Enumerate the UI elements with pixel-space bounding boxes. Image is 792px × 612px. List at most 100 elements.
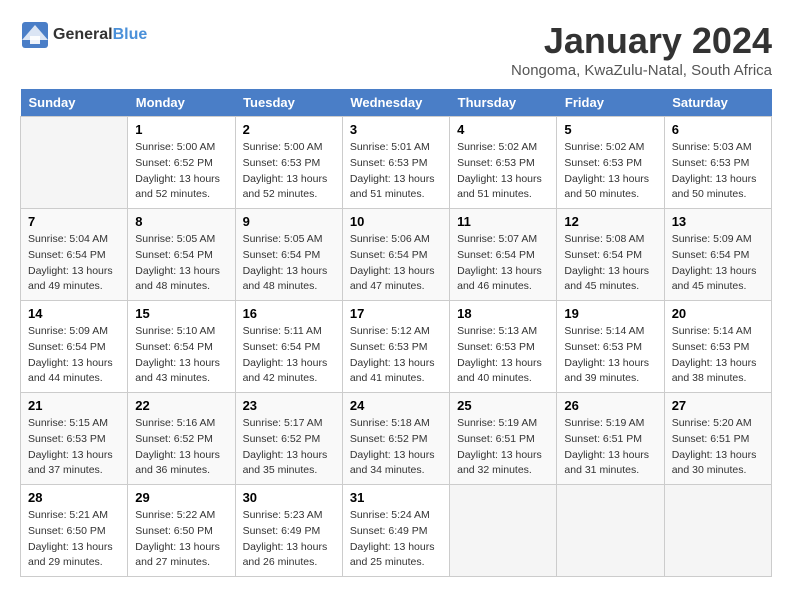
calendar-cell: 12 Sunrise: 5:08 AMSunset: 6:54 PMDayligh… — [557, 209, 664, 301]
day-number: 28 — [28, 490, 120, 505]
day-info: Sunrise: 5:13 AMSunset: 6:53 PMDaylight:… — [457, 324, 549, 387]
day-info: Sunrise: 5:00 AMSunset: 6:53 PMDaylight:… — [243, 140, 335, 203]
day-number: 23 — [243, 398, 335, 413]
day-number: 22 — [135, 398, 227, 413]
day-number: 26 — [564, 398, 656, 413]
title-area: January 2024 Nongoma, KwaZulu-Natal, Sou… — [511, 20, 772, 79]
day-number: 30 — [243, 490, 335, 505]
day-number: 20 — [672, 306, 764, 321]
header-day-monday: Monday — [128, 89, 235, 117]
day-info: Sunrise: 5:21 AMSunset: 6:50 PMDaylight:… — [28, 508, 120, 571]
day-info: Sunrise: 5:09 AMSunset: 6:54 PMDaylight:… — [672, 232, 764, 295]
header-row: SundayMondayTuesdayWednesdayThursdayFrid… — [21, 89, 772, 117]
calendar-cell: 4 Sunrise: 5:02 AMSunset: 6:53 PMDaylight… — [450, 117, 557, 209]
calendar-cell: 26Sunrise: 5:19 AMSunset: 6:51 PMDayligh… — [557, 393, 664, 485]
day-info: Sunrise: 5:08 AMSunset: 6:54 PMDaylight:… — [564, 232, 656, 295]
day-info: Sunrise: 5:24 AMSunset: 6:49 PMDaylight:… — [350, 508, 442, 571]
logo-general-text: General — [53, 26, 113, 43]
calendar-cell — [664, 485, 771, 577]
header-day-wednesday: Wednesday — [342, 89, 449, 117]
day-number: 27 — [672, 398, 764, 413]
day-info: Sunrise: 5:04 AMSunset: 6:54 PMDaylight:… — [28, 232, 120, 295]
calendar-cell: 18Sunrise: 5:13 AMSunset: 6:53 PMDayligh… — [450, 301, 557, 393]
calendar-cell: 11 Sunrise: 5:07 AMSunset: 6:54 PMDayligh… — [450, 209, 557, 301]
day-info: Sunrise: 5:02 AMSunset: 6:53 PMDaylight:… — [564, 140, 656, 203]
calendar-cell: 6Sunrise: 5:03 AMSunset: 6:53 PMDaylight… — [664, 117, 771, 209]
calendar-cell: 10Sunrise: 5:06 AMSunset: 6:54 PMDayligh… — [342, 209, 449, 301]
calendar-cell: 20 Sunrise: 5:14 AMSunset: 6:53 PMDayligh… — [664, 301, 771, 393]
day-number: 15 — [135, 306, 227, 321]
page-header: GeneralBlue January 2024 Nongoma, KwaZul… — [20, 20, 772, 79]
logo-blue-text: Blue — [113, 26, 148, 43]
day-number: 14 — [28, 306, 120, 321]
day-info: Sunrise: 5:10 AMSunset: 6:54 PMDaylight:… — [135, 324, 227, 387]
day-number: 11 — [457, 214, 549, 229]
calendar-cell: 17Sunrise: 5:12 AMSunset: 6:53 PMDayligh… — [342, 301, 449, 393]
calendar-cell: 22 Sunrise: 5:16 AMSunset: 6:52 PMDayligh… — [128, 393, 235, 485]
calendar-table: SundayMondayTuesdayWednesdayThursdayFrid… — [20, 89, 772, 577]
calendar-cell: 27 Sunrise: 5:20 AMSunset: 6:51 PMDayligh… — [664, 393, 771, 485]
calendar-cell — [450, 485, 557, 577]
day-info: Sunrise: 5:02 AMSunset: 6:53 PMDaylight:… — [457, 140, 549, 203]
week-row-1: 1Sunrise: 5:00 AMSunset: 6:52 PMDaylight… — [21, 117, 772, 209]
day-info: Sunrise: 5:05 AMSunset: 6:54 PMDaylight:… — [135, 232, 227, 295]
day-number: 31 — [350, 490, 442, 505]
day-info: Sunrise: 5:15 AMSunset: 6:53 PMDaylight:… — [28, 416, 120, 479]
day-number: 19 — [564, 306, 656, 321]
day-number: 7 — [28, 214, 120, 229]
day-number: 3 — [350, 122, 442, 137]
day-info: Sunrise: 5:07 AMSunset: 6:54 PMDaylight:… — [457, 232, 549, 295]
day-info: Sunrise: 5:06 AMSunset: 6:54 PMDaylight:… — [350, 232, 442, 295]
header-day-thursday: Thursday — [450, 89, 557, 117]
day-number: 21 — [28, 398, 120, 413]
calendar-cell: 28 Sunrise: 5:21 AMSunset: 6:50 PMDayligh… — [21, 485, 128, 577]
week-row-4: 21 Sunrise: 5:15 AMSunset: 6:53 PMDayligh… — [21, 393, 772, 485]
header-day-tuesday: Tuesday — [235, 89, 342, 117]
day-info: Sunrise: 5:03 AMSunset: 6:53 PMDaylight:… — [672, 140, 764, 203]
calendar-cell: 23 Sunrise: 5:17 AMSunset: 6:52 PMDayligh… — [235, 393, 342, 485]
day-number: 4 — [457, 122, 549, 137]
day-info: Sunrise: 5:11 AMSunset: 6:54 PMDaylight:… — [243, 324, 335, 387]
calendar-cell: 13 Sunrise: 5:09 AMSunset: 6:54 PMDayligh… — [664, 209, 771, 301]
day-number: 16 — [243, 306, 335, 321]
week-row-2: 7 Sunrise: 5:04 AMSunset: 6:54 PMDaylight… — [21, 209, 772, 301]
day-number: 29 — [135, 490, 227, 505]
header-day-sunday: Sunday — [21, 89, 128, 117]
calendar-cell: 24Sunrise: 5:18 AMSunset: 6:52 PMDayligh… — [342, 393, 449, 485]
header-day-friday: Friday — [557, 89, 664, 117]
calendar-subtitle: Nongoma, KwaZulu-Natal, South Africa — [511, 62, 772, 79]
calendar-cell: 2 Sunrise: 5:00 AMSunset: 6:53 PMDaylight… — [235, 117, 342, 209]
day-number: 2 — [243, 122, 335, 137]
day-info: Sunrise: 5:05 AMSunset: 6:54 PMDaylight:… — [243, 232, 335, 295]
day-info: Sunrise: 5:16 AMSunset: 6:52 PMDaylight:… — [135, 416, 227, 479]
calendar-cell: 9Sunrise: 5:05 AMSunset: 6:54 PMDaylight… — [235, 209, 342, 301]
calendar-cell: 25Sunrise: 5:19 AMSunset: 6:51 PMDayligh… — [450, 393, 557, 485]
day-number: 24 — [350, 398, 442, 413]
calendar-cell — [557, 485, 664, 577]
day-number: 13 — [672, 214, 764, 229]
calendar-cell: 7 Sunrise: 5:04 AMSunset: 6:54 PMDaylight… — [21, 209, 128, 301]
week-row-3: 14 Sunrise: 5:09 AMSunset: 6:54 PMDayligh… — [21, 301, 772, 393]
logo: GeneralBlue — [20, 20, 147, 50]
day-info: Sunrise: 5:17 AMSunset: 6:52 PMDaylight:… — [243, 416, 335, 479]
day-number: 12 — [564, 214, 656, 229]
day-number: 17 — [350, 306, 442, 321]
calendar-cell: 5 Sunrise: 5:02 AMSunset: 6:53 PMDaylight… — [557, 117, 664, 209]
day-info: Sunrise: 5:09 AMSunset: 6:54 PMDaylight:… — [28, 324, 120, 387]
calendar-title: January 2024 — [511, 20, 772, 62]
day-info: Sunrise: 5:22 AMSunset: 6:50 PMDaylight:… — [135, 508, 227, 571]
calendar-cell: 30 Sunrise: 5:23 AMSunset: 6:49 PMDayligh… — [235, 485, 342, 577]
calendar-cell — [21, 117, 128, 209]
header-day-saturday: Saturday — [664, 89, 771, 117]
day-number: 5 — [564, 122, 656, 137]
day-number: 8 — [135, 214, 227, 229]
day-info: Sunrise: 5:14 AMSunset: 6:53 PMDaylight:… — [672, 324, 764, 387]
calendar-cell: 21 Sunrise: 5:15 AMSunset: 6:53 PMDayligh… — [21, 393, 128, 485]
day-info: Sunrise: 5:20 AMSunset: 6:51 PMDaylight:… — [672, 416, 764, 479]
calendar-cell: 31 Sunrise: 5:24 AMSunset: 6:49 PMDayligh… — [342, 485, 449, 577]
calendar-cell: 16 Sunrise: 5:11 AMSunset: 6:54 PMDayligh… — [235, 301, 342, 393]
day-info: Sunrise: 5:23 AMSunset: 6:49 PMDaylight:… — [243, 508, 335, 571]
calendar-cell: 15 Sunrise: 5:10 AMSunset: 6:54 PMDayligh… — [128, 301, 235, 393]
day-number: 25 — [457, 398, 549, 413]
calendar-cell: 19Sunrise: 5:14 AMSunset: 6:53 PMDayligh… — [557, 301, 664, 393]
